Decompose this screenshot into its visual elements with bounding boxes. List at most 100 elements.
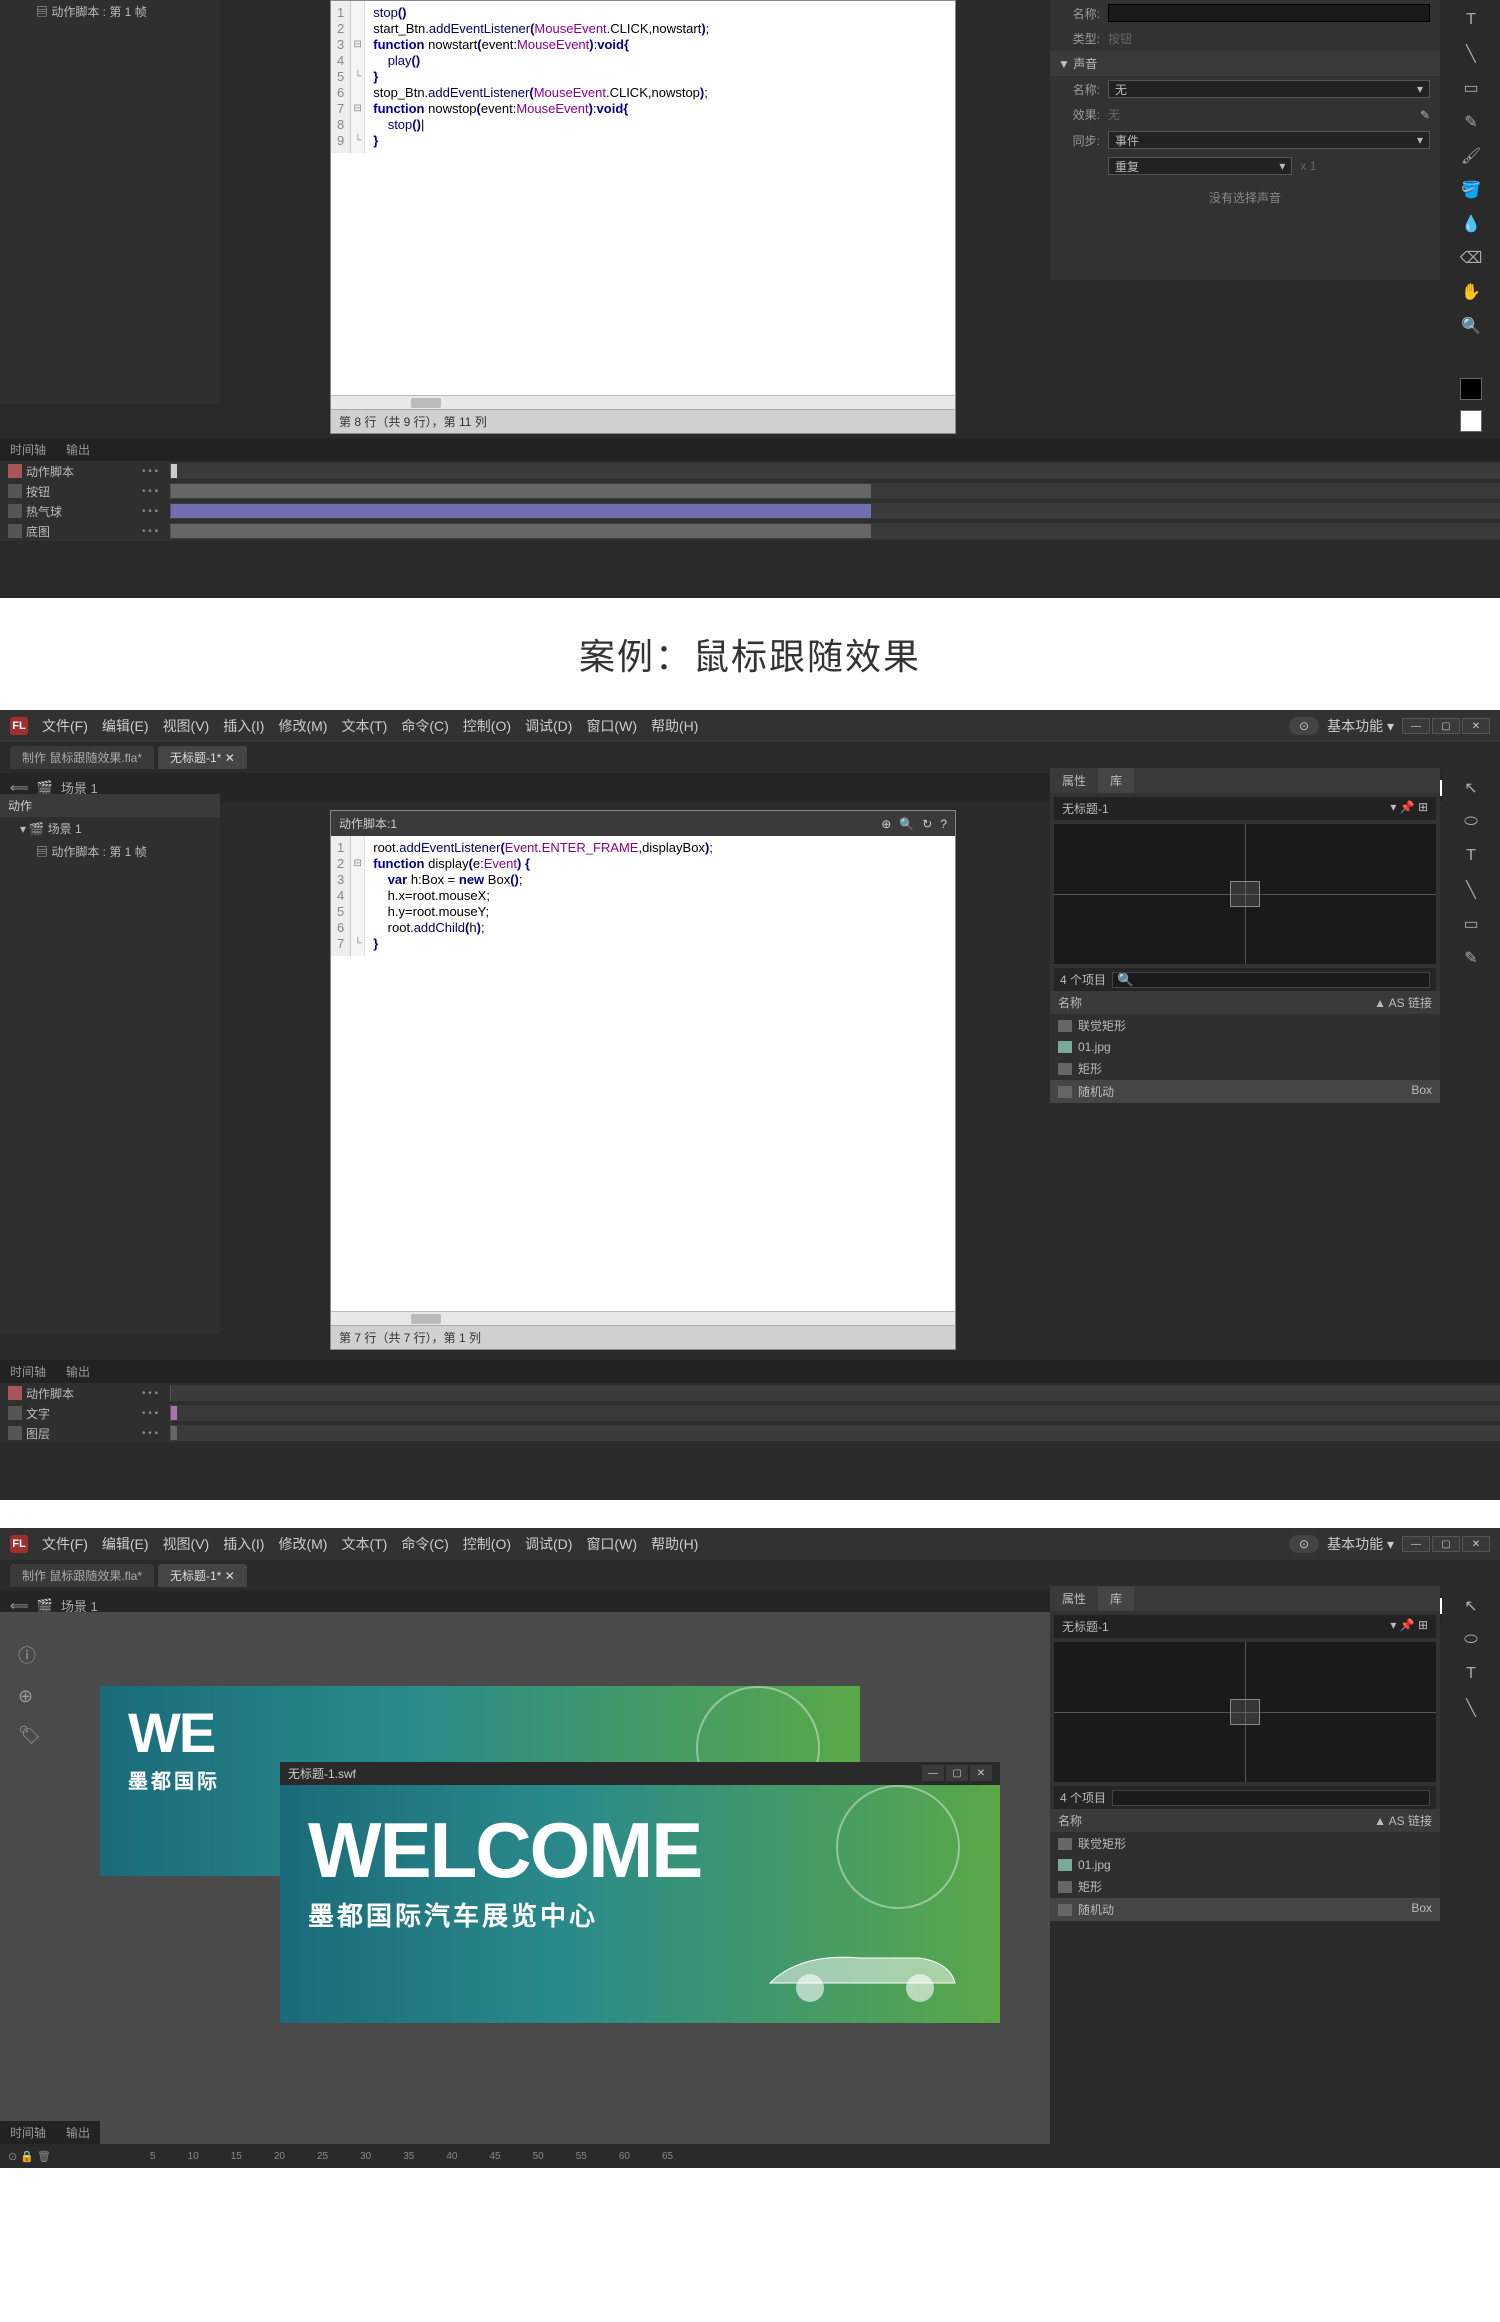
timeline-tab[interactable]: 时间轴 bbox=[0, 2121, 56, 2144]
fill-color-white[interactable] bbox=[1460, 410, 1482, 432]
target-icon[interactable]: ⊕ bbox=[18, 1686, 41, 1707]
menu-commands[interactable]: 命令(C) bbox=[401, 716, 448, 736]
layer-row[interactable]: 动作脚本 • • ▪ bbox=[0, 1383, 1500, 1403]
lib-list-header[interactable]: 名称▲ AS 链接 bbox=[1050, 1809, 1440, 1832]
menu-control[interactable]: 控制(O) bbox=[463, 716, 511, 736]
pin-icon[interactable]: ⊕ bbox=[881, 817, 891, 831]
doc-tab[interactable]: 制作 鼠标跟随效果.fla* bbox=[10, 746, 154, 769]
lib-tab-library[interactable]: 库 bbox=[1098, 1586, 1134, 1611]
sync-select[interactable]: 事件▾ bbox=[1108, 131, 1430, 149]
search-pill[interactable]: ⊙ bbox=[1289, 717, 1319, 735]
info-icon[interactable]: ⓘ bbox=[18, 1642, 41, 1668]
minimize-icon[interactable]: — bbox=[1402, 718, 1430, 734]
stroke-color[interactable] bbox=[1460, 378, 1482, 400]
lib-item[interactable]: 联觉矩形 bbox=[1050, 1014, 1440, 1037]
player-close-icon[interactable]: ✕ bbox=[970, 1765, 992, 1781]
lasso-tool-icon[interactable]: ⬭ bbox=[1459, 810, 1483, 834]
lib-tab-props[interactable]: 属性 bbox=[1050, 768, 1098, 793]
minimize-icon[interactable]: — bbox=[1402, 1536, 1430, 1552]
text-tool-icon[interactable]: T bbox=[1459, 844, 1483, 868]
lib-item[interactable]: 矩形 bbox=[1050, 1875, 1440, 1898]
lib-list-header[interactable]: 名称▲ AS 链接 bbox=[1050, 991, 1440, 1014]
menu-commands[interactable]: 命令(C) bbox=[401, 1534, 448, 1554]
lib-item-selected[interactable]: 随机动Box bbox=[1050, 1080, 1440, 1103]
arrow-tool-icon[interactable]: ↖ bbox=[1459, 1594, 1483, 1618]
rect-tool-icon[interactable]: ▭ bbox=[1459, 76, 1483, 100]
code-scrollbar[interactable] bbox=[331, 395, 955, 409]
lib-item[interactable]: 01.jpg bbox=[1050, 1037, 1440, 1057]
timeline-tab[interactable]: 时间轴 bbox=[0, 1360, 56, 1383]
line-tool-icon[interactable]: ╲ bbox=[1459, 878, 1483, 902]
tree-item-frame[interactable]: ▤ 动作脚本 : 第 1 帧 bbox=[0, 0, 220, 23]
menu-file[interactable]: 文件(F) bbox=[42, 1534, 88, 1554]
player-titlebar[interactable]: 无标题-1.swf — ▢ ✕ bbox=[280, 1762, 1000, 1785]
sound-name-select[interactable]: 无▾ bbox=[1108, 80, 1430, 98]
output-tab[interactable]: 输出 bbox=[56, 1360, 100, 1383]
player-minimize-icon[interactable]: — bbox=[922, 1765, 944, 1781]
sound-section-header[interactable]: ▼ 声音 bbox=[1050, 51, 1440, 76]
line-tool-icon[interactable]: ╲ bbox=[1459, 1696, 1483, 1720]
zoom-tool-icon[interactable]: 🔍 bbox=[1459, 314, 1483, 338]
menu-text[interactable]: 文本(T) bbox=[341, 716, 387, 736]
lib-tab-library[interactable]: 库 bbox=[1098, 768, 1134, 793]
maximize-icon[interactable]: ▢ bbox=[1432, 718, 1460, 734]
menu-view[interactable]: 视图(V) bbox=[163, 1534, 210, 1554]
lasso-tool-icon[interactable]: ⬭ bbox=[1459, 1628, 1483, 1652]
sync2-select[interactable]: 重复▾ bbox=[1108, 157, 1292, 175]
tree-item-frame[interactable]: ▤ 动作脚本 : 第 1 帧 bbox=[0, 840, 220, 863]
doc-tab-active[interactable]: 无标题-1* ✕ bbox=[158, 746, 247, 769]
lib-doc-select[interactable]: 无标题-1▾ 📌 ⊞ bbox=[1054, 1615, 1436, 1638]
menu-modify[interactable]: 修改(M) bbox=[278, 1534, 327, 1554]
text-tool-icon[interactable]: T bbox=[1459, 8, 1483, 32]
layer-row[interactable]: 热气球 • • ▪ bbox=[0, 501, 1500, 521]
lib-item[interactable]: 01.jpg bbox=[1050, 1855, 1440, 1875]
rect-tool-icon[interactable]: ▭ bbox=[1459, 912, 1483, 936]
lib-item[interactable]: 联觉矩形 bbox=[1050, 1832, 1440, 1855]
brush-tool-icon[interactable]: 🖌 bbox=[1459, 144, 1483, 168]
arrow-tool-icon[interactable]: ↖ bbox=[1459, 776, 1483, 800]
lib-search-input[interactable] bbox=[1112, 972, 1430, 988]
workspace-switcher[interactable]: 基本功能 ▾ bbox=[1327, 716, 1394, 736]
lib-doc-select[interactable]: 无标题-1▾ 📌 ⊞ bbox=[1054, 797, 1436, 820]
hand-tool-icon[interactable]: ✋ bbox=[1459, 280, 1483, 304]
menu-control[interactable]: 控制(O) bbox=[463, 1534, 511, 1554]
eraser-tool-icon[interactable]: ⌫ bbox=[1459, 246, 1483, 270]
pencil-tool-icon[interactable]: ✎ bbox=[1459, 110, 1483, 134]
menu-modify[interactable]: 修改(M) bbox=[278, 716, 327, 736]
layer-row[interactable]: 底图 • • ▪ bbox=[0, 521, 1500, 541]
layer-row[interactable]: 图层 • • ▪ bbox=[0, 1423, 1500, 1443]
timeline-tab[interactable]: 时间轴 bbox=[0, 438, 56, 461]
layer-row[interactable]: 文字 • • ▪ bbox=[0, 1403, 1500, 1423]
menu-insert[interactable]: 插入(I) bbox=[223, 716, 264, 736]
doc-tab[interactable]: 制作 鼠标跟随效果.fla* bbox=[10, 1564, 154, 1587]
layer-row[interactable]: 动作脚本 • • ▪ bbox=[0, 461, 1500, 481]
menu-help[interactable]: 帮助(H) bbox=[651, 1534, 698, 1554]
text-tool-icon[interactable]: T bbox=[1459, 1662, 1483, 1686]
search-pill[interactable]: ⊙ bbox=[1289, 1535, 1319, 1553]
pencil-icon[interactable]: ✎ bbox=[1420, 108, 1430, 122]
menu-debug[interactable]: 调试(D) bbox=[525, 1534, 572, 1554]
code-lines[interactable]: stop() start_Btn.addEventListener(MouseE… bbox=[365, 1, 717, 153]
menu-edit[interactable]: 编辑(E) bbox=[102, 716, 149, 736]
code-body[interactable]: 123456789 ⊟└⊟└ stop() start_Btn.addEvent… bbox=[331, 1, 955, 153]
tag-icon[interactable]: 🏷 bbox=[18, 1725, 41, 1746]
menu-window[interactable]: 窗口(W) bbox=[586, 716, 637, 736]
lib-item-selected[interactable]: 随机动Box bbox=[1050, 1898, 1440, 1921]
eyedropper-tool-icon[interactable]: 💧 bbox=[1459, 212, 1483, 236]
ruler-controls[interactable]: ⊙ 🔒 🗑 bbox=[0, 2144, 140, 2168]
pencil-tool-icon[interactable]: ✎ bbox=[1459, 946, 1483, 970]
player-maximize-icon[interactable]: ▢ bbox=[946, 1765, 968, 1781]
close-icon[interactable]: ✕ bbox=[1462, 1536, 1490, 1552]
code-body[interactable]: 1234567 ⊟└ root.addEventListener(Event.E… bbox=[331, 836, 955, 956]
menu-edit[interactable]: 编辑(E) bbox=[102, 1534, 149, 1554]
wrap-icon[interactable]: ↻ bbox=[922, 817, 932, 831]
bucket-tool-icon[interactable]: 🪣 bbox=[1459, 178, 1483, 202]
menu-window[interactable]: 窗口(W) bbox=[586, 1534, 637, 1554]
workspace-switcher[interactable]: 基本功能 ▾ bbox=[1327, 1534, 1394, 1554]
doc-tab-active[interactable]: 无标题-1* ✕ bbox=[158, 1564, 247, 1587]
menu-text[interactable]: 文本(T) bbox=[341, 1534, 387, 1554]
prop-name-input[interactable] bbox=[1108, 4, 1430, 22]
code-scrollbar[interactable] bbox=[331, 1311, 955, 1325]
help-icon[interactable]: ? bbox=[940, 817, 947, 831]
lib-item[interactable]: 矩形 bbox=[1050, 1057, 1440, 1080]
